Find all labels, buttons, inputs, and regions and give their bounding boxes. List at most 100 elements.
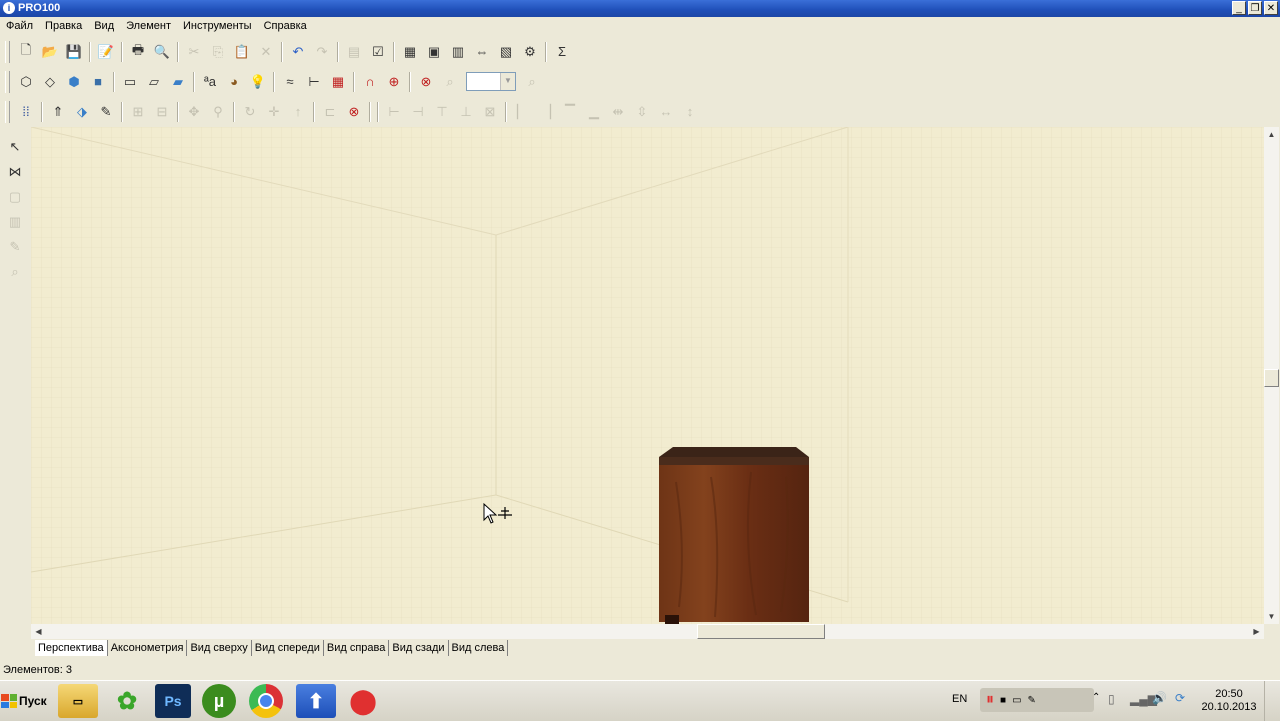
material-icon[interactable]: ◕ — [222, 70, 246, 94]
tab-left[interactable]: Вид слева — [448, 640, 509, 656]
paste-icon[interactable]: 📋 — [230, 40, 254, 64]
draw-icon[interactable]: ✎ — [1028, 695, 1036, 706]
upload-arrow-icon[interactable]: ⬆ — [296, 684, 336, 718]
explorer-icon[interactable]: ▭ — [58, 684, 98, 718]
same-height-icon[interactable]: ↕ — [678, 100, 702, 124]
vertical-scroll-thumb[interactable] — [1264, 369, 1279, 387]
space-v-icon[interactable]: ⇳ — [630, 100, 654, 124]
rotate-icon[interactable]: ↻ — [238, 100, 262, 124]
library-icon[interactable]: ▤ — [342, 40, 366, 64]
tab-front[interactable]: Вид спереди — [251, 640, 324, 656]
scroll-right-icon[interactable]: ▶ — [1249, 624, 1264, 639]
material-list-icon[interactable]: ▦ — [398, 40, 422, 64]
pause-record-icon[interactable]: ⏸ — [986, 691, 994, 709]
snap-grid-icon[interactable]: ⁞⁞ — [14, 100, 38, 124]
ungroup-icon[interactable]: ⊟ — [150, 100, 174, 124]
move-icon[interactable]: ✥ — [182, 100, 206, 124]
tray-device-icon[interactable]: ▯ — [1108, 692, 1115, 706]
align-edge-bottom-icon[interactable]: ▁ — [582, 100, 606, 124]
icq-flower-icon[interactable]: ✿ — [107, 684, 147, 718]
new-file-icon[interactable]: 🗋 — [14, 40, 38, 64]
language-indicator[interactable]: EN — [952, 693, 967, 705]
snap-icon[interactable]: ⊕ — [382, 70, 406, 94]
open-file-icon[interactable]: 📂 — [38, 40, 62, 64]
settings-icon[interactable]: ⚙ — [518, 40, 542, 64]
box-outline-icon[interactable]: ▭ — [118, 70, 142, 94]
tray-expand-icon[interactable]: ⌃ — [1092, 692, 1100, 703]
textured-icon[interactable]: ■ — [86, 70, 110, 94]
toolbar-grip[interactable] — [5, 40, 10, 63]
print-icon[interactable]: 🖶 — [126, 40, 150, 64]
vertical-scrollbar[interactable]: ▲ ▼ — [1264, 127, 1279, 624]
copy-icon[interactable]: ⎘ — [206, 40, 230, 64]
menu-help[interactable]: Справка — [258, 17, 313, 36]
align-edge-left-icon[interactable]: ▏ — [510, 100, 534, 124]
update-icon[interactable]: ⟳ — [1175, 691, 1185, 705]
horizontal-scroll-thumb[interactable] — [697, 624, 825, 639]
export-icon[interactable]: ▧ — [494, 40, 518, 64]
photoshop-icon[interactable]: Ps — [155, 684, 191, 718]
tab-axonometry[interactable]: Аксонометрия — [107, 640, 188, 656]
toolbar-grip[interactable] — [5, 70, 10, 93]
align-top-icon[interactable]: ⊤ — [430, 100, 454, 124]
scroll-left-icon[interactable]: ◀ — [31, 624, 46, 639]
close-button[interactable]: ✕ — [1264, 1, 1278, 15]
grid-icon[interactable]: ▦ — [326, 70, 350, 94]
search-tool-icon[interactable]: ⌕ — [3, 259, 27, 284]
edit-tool-icon[interactable]: ✎ — [3, 234, 27, 259]
stop-icon[interactable]: ■ — [1000, 695, 1006, 706]
tab-perspective[interactable]: Перспектива — [35, 640, 108, 656]
group-icon[interactable]: ⊞ — [126, 100, 150, 124]
scroll-down-icon[interactable]: ▼ — [1264, 609, 1279, 624]
dimension-icon[interactable]: ⇔ — [470, 40, 494, 64]
cabinet-model[interactable] — [659, 447, 809, 624]
zoom-fit-icon[interactable]: ⌕ — [520, 70, 544, 94]
checklist-icon[interactable]: ☑ — [366, 40, 390, 64]
minimize-button[interactable]: _ — [1232, 1, 1246, 15]
box-solid-icon[interactable]: ▰ — [166, 70, 190, 94]
volume-icon[interactable]: 🔊 — [1152, 691, 1167, 705]
tab-back[interactable]: Вид сзади — [389, 640, 449, 656]
shaded-icon[interactable]: ⬢ — [62, 70, 86, 94]
chart-tool-icon[interactable]: ▥ — [3, 209, 27, 234]
cut-plane-icon[interactable]: ⋈ — [3, 159, 27, 184]
redo-icon[interactable]: ↷ — [310, 40, 334, 64]
menu-file[interactable]: Файл — [0, 17, 39, 36]
move-up-icon[interactable]: ⇑ — [46, 100, 70, 124]
restore-button[interactable]: ❐ — [1248, 1, 1262, 15]
sum-icon[interactable]: Σ — [550, 40, 574, 64]
cross-move-icon[interactable]: ✛ — [262, 100, 286, 124]
start-button[interactable]: Пуск — [1, 689, 51, 713]
light-icon[interactable]: 💡 — [246, 70, 270, 94]
text-icon[interactable]: ªa — [198, 70, 222, 94]
utorrent-icon[interactable]: µ — [202, 684, 236, 718]
align-edge-top-icon[interactable]: ▔ — [558, 100, 582, 124]
wireframe-icon[interactable]: ◇ — [38, 70, 62, 94]
zoom-select[interactable]: ▼ — [466, 72, 516, 91]
menu-tools[interactable]: Инструменты — [177, 17, 258, 36]
record-icon[interactable]: ⬤ — [343, 684, 383, 718]
3d-viewport[interactable] — [31, 127, 1264, 624]
box-tool-icon[interactable]: ▢ — [3, 184, 27, 209]
report-icon[interactable]: ▣ — [422, 40, 446, 64]
box-hidden-icon[interactable]: ▱ — [142, 70, 166, 94]
ruler-icon[interactable]: ⊢ — [302, 70, 326, 94]
perspective-box-icon[interactable]: ⬡ — [14, 70, 38, 94]
properties-icon[interactable]: 📝 — [94, 40, 118, 64]
align-center-icon[interactable]: ⊣ — [406, 100, 430, 124]
distribute-icon[interactable]: ⊠ — [478, 100, 502, 124]
curve-icon[interactable]: ≈ — [278, 70, 302, 94]
scroll-up-icon[interactable]: ▲ — [1264, 127, 1279, 142]
pen-icon[interactable]: ✎ — [94, 100, 118, 124]
cut-icon[interactable]: ✂ — [182, 40, 206, 64]
toolbar-grip[interactable] — [5, 100, 10, 123]
clock[interactable]: 20:50 20.10.2013 — [1198, 688, 1260, 714]
align-icon[interactable]: ⊏ — [318, 100, 342, 124]
pin-icon[interactable]: ⚲ — [206, 100, 230, 124]
magnet-icon[interactable]: ∩ — [358, 70, 382, 94]
camera-icon[interactable]: ▭ — [1012, 695, 1021, 706]
save-icon[interactable]: 💾 — [62, 40, 86, 64]
menu-element[interactable]: Элемент — [120, 17, 177, 36]
tab-top[interactable]: Вид сверху — [187, 640, 252, 656]
menu-view[interactable]: Вид — [88, 17, 120, 36]
